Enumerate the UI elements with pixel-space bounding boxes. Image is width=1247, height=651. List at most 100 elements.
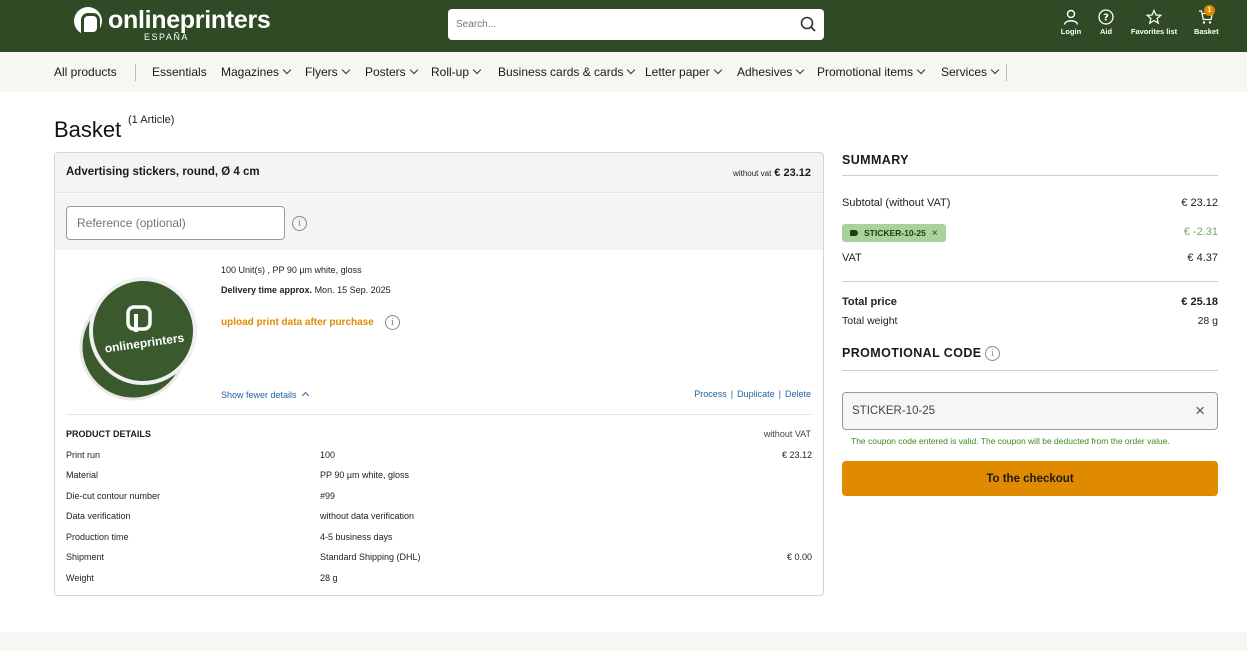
nav-all-products[interactable]: All products	[54, 65, 117, 79]
search-icon[interactable]	[800, 16, 816, 32]
promo-code-value: STICKER-10-25	[852, 405, 936, 417]
total-label: Total price	[842, 296, 897, 308]
top-header: onlineprinters ESPAÑA Login ? Aid Favori…	[0, 0, 1247, 52]
detail-key: Shipment	[66, 552, 105, 562]
table-row: Data verification without data verificat…	[66, 511, 812, 525]
chevron-down-icon	[282, 65, 292, 75]
nav-services[interactable]: Services	[941, 65, 1000, 79]
vat-value: € 4.37	[1187, 252, 1218, 264]
vat-label: VAT	[842, 252, 862, 264]
detail-value: #99	[320, 491, 336, 501]
detail-value: PP 90 µm white, gloss	[320, 470, 410, 480]
nav-adhesives[interactable]: Adhesives	[737, 65, 805, 79]
basket-item-card: Advertising stickers, round, Ø 4 cm with…	[54, 152, 824, 596]
chevron-down-icon	[916, 65, 926, 75]
total-value: € 25.18	[1181, 296, 1218, 308]
table-row: Die-cut contour number #99	[66, 491, 812, 505]
summary-title: SUMMARY	[842, 153, 909, 167]
item-spec-line: 100 Unit(s) , PP 90 µm white, gloss	[221, 265, 362, 275]
delivery-label: Delivery time approx.	[221, 285, 313, 295]
basket-button[interactable]: 1 Basket	[1194, 5, 1219, 36]
divider	[842, 281, 1218, 282]
nav-roll-up[interactable]: Roll-up	[431, 65, 482, 79]
search-input[interactable]	[456, 9, 786, 40]
aid-label: Aid	[1099, 27, 1113, 36]
promo-code-title: PROMOTIONAL CODE	[842, 346, 982, 360]
discount-value: € -2.31	[1183, 226, 1218, 238]
show-fewer-details-link[interactable]: Show fewer details	[221, 390, 310, 400]
weight-value: 28 g	[1197, 315, 1218, 327]
table-row: Material PP 90 µm white, gloss	[66, 470, 812, 484]
divider	[842, 175, 1218, 176]
upload-print-data-link[interactable]: upload print data after purchase	[221, 317, 374, 328]
page-title: Basket	[54, 117, 122, 142]
weight-row: Total weight 28 g	[842, 315, 1218, 327]
detail-value: without data verification	[320, 511, 415, 521]
nav-flyers[interactable]: Flyers	[305, 65, 350, 79]
table-row: Production time 4-5 business days	[66, 532, 812, 546]
nav-posters[interactable]: Posters	[365, 65, 418, 79]
nav-business-cards[interactable]: Business cards & cards	[498, 65, 636, 79]
detail-price: € 23.12	[781, 450, 812, 460]
login-button[interactable]: Login	[1060, 9, 1082, 36]
table-row: Shipment Standard Shipping (DHL) € 0.00	[66, 552, 812, 566]
clear-icon[interactable]: ×	[1195, 401, 1205, 421]
info-icon[interactable]: i	[985, 346, 1000, 361]
detail-key: Print run	[66, 450, 101, 460]
nav-promotional-items[interactable]: Promotional items	[817, 65, 926, 79]
article-count: (1 Article)	[128, 114, 175, 126]
duplicate-link[interactable]: Duplicate	[737, 389, 775, 399]
promo-code-field[interactable]: STICKER-10-25 ×	[842, 392, 1218, 430]
subtotal-value: € 23.12	[1181, 197, 1218, 209]
table-row: Weight 28 g	[66, 573, 812, 587]
basket-count-badge: 1	[1204, 5, 1215, 16]
detail-key: Data verification	[66, 511, 131, 521]
vat-row: VAT € 4.37	[842, 252, 1218, 264]
detail-key: Die-cut contour number	[66, 491, 161, 501]
info-icon[interactable]: i	[292, 216, 307, 231]
chevron-down-icon	[627, 65, 636, 75]
logo-text: onlineprinters	[108, 6, 271, 34]
item-price-note: without vat	[733, 169, 772, 178]
remove-coupon-icon[interactable]: ×	[932, 228, 938, 239]
logo-subtitle: ESPAÑA	[144, 32, 189, 42]
checkout-button[interactable]: To the checkout	[842, 461, 1218, 496]
item-header: Advertising stickers, round, Ø 4 cm with…	[55, 153, 823, 193]
detail-price: € 0.00	[786, 552, 812, 562]
basket-label: Basket	[1194, 27, 1219, 36]
item-price: without vat € 23.12	[733, 167, 811, 179]
reference-input[interactable]	[66, 206, 285, 240]
favorites-label: Favorites list	[1130, 27, 1178, 36]
delete-link[interactable]: Delete	[785, 389, 811, 399]
info-icon[interactable]: i	[385, 315, 400, 330]
chevron-down-icon	[472, 65, 482, 75]
action-separator: |	[730, 389, 734, 399]
nav-essentials[interactable]: Essentials	[152, 65, 207, 79]
subtotal-row: Subtotal (without VAT) € 23.12	[842, 197, 1218, 209]
delivery-line: Delivery time approx. Mon. 15 Sep. 2025	[221, 285, 391, 295]
coupon-tag-label: STICKER-10-25	[864, 228, 926, 238]
action-separator: |	[778, 389, 781, 399]
aid-button[interactable]: ? Aid	[1097, 9, 1115, 36]
show-fewer-details-label: Show fewer details	[221, 390, 297, 400]
chevron-down-icon	[990, 65, 1000, 75]
user-icon	[1063, 9, 1079, 25]
applied-coupon-tag: STICKER-10-25 ×	[842, 224, 946, 242]
detail-value: Standard Shipping (DHL)	[320, 552, 421, 562]
svg-text:?: ?	[1103, 13, 1109, 24]
tag-icon	[850, 230, 858, 236]
detail-key: Material	[66, 470, 99, 480]
detail-value: 28 g	[320, 573, 338, 583]
reference-zone: i	[55, 194, 823, 250]
nav-magazines[interactable]: Magazines	[221, 65, 292, 79]
process-link[interactable]: Process	[694, 389, 727, 399]
weight-label: Total weight	[842, 315, 898, 327]
logo[interactable]: onlineprinters	[74, 7, 271, 35]
chevron-up-icon	[302, 391, 310, 400]
sticker-product-image: onlineprinters	[79, 277, 197, 401]
divider	[842, 370, 1218, 371]
logo-mark-icon	[74, 7, 102, 35]
favorites-button[interactable]: Favorites list	[1130, 9, 1178, 36]
nav-divider	[1006, 64, 1007, 81]
nav-letter-paper[interactable]: Letter paper	[645, 65, 722, 79]
